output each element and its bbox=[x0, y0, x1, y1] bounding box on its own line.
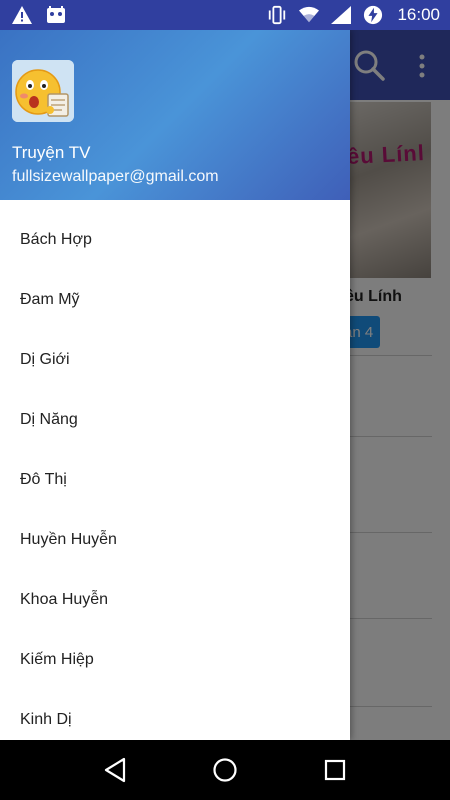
wifi-icon bbox=[299, 5, 320, 25]
battery-charging-icon bbox=[363, 5, 383, 25]
menu-item-dam-my[interactable]: Đam Mỹ bbox=[0, 270, 350, 330]
warning-icon bbox=[12, 5, 32, 25]
user-email: fullsizewallpaper@gmail.com bbox=[12, 168, 219, 185]
menu-item-kinh-di[interactable]: Kinh Dị bbox=[0, 690, 350, 740]
recents-icon[interactable] bbox=[320, 755, 350, 785]
menu-item-khoa-huyen[interactable]: Khoa Huyễn bbox=[0, 570, 350, 630]
back-icon[interactable] bbox=[100, 755, 130, 785]
user-name: Truyện TV bbox=[12, 143, 91, 162]
clock: 16:00 bbox=[397, 5, 440, 24]
emoji-avatar-icon[interactable] bbox=[12, 60, 74, 122]
menu-item-huyen-huyen[interactable]: Huyền Huyễn bbox=[0, 510, 350, 570]
menu-item-do-thi[interactable]: Đô Thị bbox=[0, 450, 350, 510]
drawer-header: Truyện TV fullsizewallpaper@gmail.com bbox=[0, 30, 350, 200]
status-bar: 16:00 bbox=[0, 0, 450, 30]
menu-item-bach-hop[interactable]: Bách Hợp bbox=[0, 210, 350, 270]
navigation-drawer: Truyện TV fullsizewallpaper@gmail.com Bá… bbox=[0, 30, 350, 740]
genre-menu: Bách Hợp Đam Mỹ Dị Giới Dị Năng Đô Thị H… bbox=[0, 200, 350, 740]
menu-item-di-gioi[interactable]: Dị Giới bbox=[0, 330, 350, 390]
system-nav-bar bbox=[0, 740, 450, 800]
signal-icon bbox=[331, 5, 352, 25]
home-icon[interactable] bbox=[210, 755, 240, 785]
menu-item-kiem-hiep[interactable]: Kiếm Hiệp bbox=[0, 630, 350, 690]
android-icon bbox=[46, 5, 66, 25]
vibrate-icon bbox=[267, 5, 287, 25]
menu-item-di-nang[interactable]: Dị Năng bbox=[0, 390, 350, 450]
